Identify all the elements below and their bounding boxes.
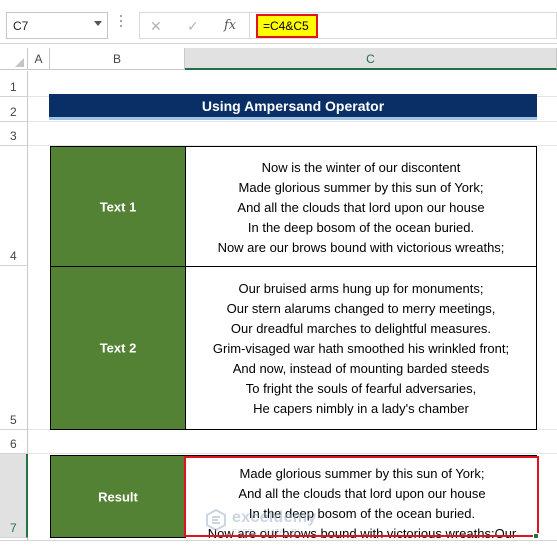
text2-line: Our stern alarums changed to merry meeti… [226, 301, 496, 316]
fill-handle[interactable] [533, 533, 539, 539]
title-banner[interactable]: Using Ampersand Operator [49, 94, 537, 120]
column-header-c[interactable]: C [185, 48, 557, 70]
text1-line: In the deep bosom of the ocean buried. [247, 220, 475, 235]
formula-bar-icons: ✕ ✓ fx [139, 12, 250, 39]
select-all-corner[interactable] [0, 48, 28, 70]
row-header-7[interactable]: 7 [0, 454, 28, 538]
text1-label-cell[interactable]: Text 1 [50, 146, 186, 267]
text1-line: And all the clouds that lord upon our ho… [237, 200, 485, 215]
row-header-6[interactable]: 6 [0, 430, 28, 454]
column-header-row: A B C [0, 48, 557, 70]
text1-cell[interactable]: Now is the winter of our discontent Made… [185, 146, 537, 267]
text1-label: Text 1 [99, 199, 137, 214]
name-box-value: C7 [13, 19, 29, 33]
row-header-1[interactable]: 1 [0, 71, 28, 97]
result-highlight-outline [184, 456, 539, 537]
function-icon[interactable]: fx [224, 18, 236, 33]
formula-bar: C7 ✕ ✓ fx =C4&C5 [0, 0, 557, 44]
column-header-a[interactable]: A [28, 48, 50, 70]
gridline [28, 453, 557, 454]
text2-line: Our dreadful marches to delightful measu… [230, 321, 492, 336]
formula-bar-grip[interactable] [120, 15, 123, 33]
row-8-strip [0, 540, 557, 555]
text2-label: Text 2 [99, 340, 137, 356]
text2-label-cell[interactable]: Text 2 [50, 266, 186, 430]
name-box[interactable]: C7 [6, 12, 108, 39]
text2-line: Our bruised arms hung up for monuments; [238, 281, 484, 296]
row-header-4[interactable]: 4 [0, 146, 28, 266]
enter-icon[interactable]: ✓ [187, 18, 199, 35]
result-label: Result [98, 489, 138, 504]
row-header-3[interactable]: 3 [0, 122, 28, 146]
text2-line: To fright the souls of fearful adversari… [245, 381, 477, 396]
text2-line: And now, instead of mounting barded stee… [232, 361, 490, 376]
text1-line: Now is the winter of our discontent [261, 160, 461, 175]
gridline [28, 121, 557, 122]
formula-text: =C4&C5 [263, 19, 309, 33]
select-all-icon [15, 58, 24, 67]
text2-line: Grim-visaged war hath smoothed his wrink… [212, 341, 510, 356]
row-header-2[interactable]: 2 [0, 97, 28, 122]
text2-line: He capers nimbly in a lady's chamber [253, 401, 469, 416]
text1-line: Made glorious summer by this sun of York… [238, 180, 484, 195]
formula-highlight[interactable]: =C4&C5 [256, 14, 318, 38]
chevron-down-icon[interactable] [94, 21, 102, 26]
text1-line: Now are our brows bound with victorious … [217, 240, 505, 255]
column-header-b[interactable]: B [50, 48, 185, 70]
row-header-5[interactable]: 5 [0, 266, 28, 430]
cancel-icon[interactable]: ✕ [150, 18, 162, 35]
result-label-cell[interactable]: Result [50, 455, 186, 538]
text2-cell[interactable]: Our bruised arms hung up for monuments; … [185, 266, 537, 430]
